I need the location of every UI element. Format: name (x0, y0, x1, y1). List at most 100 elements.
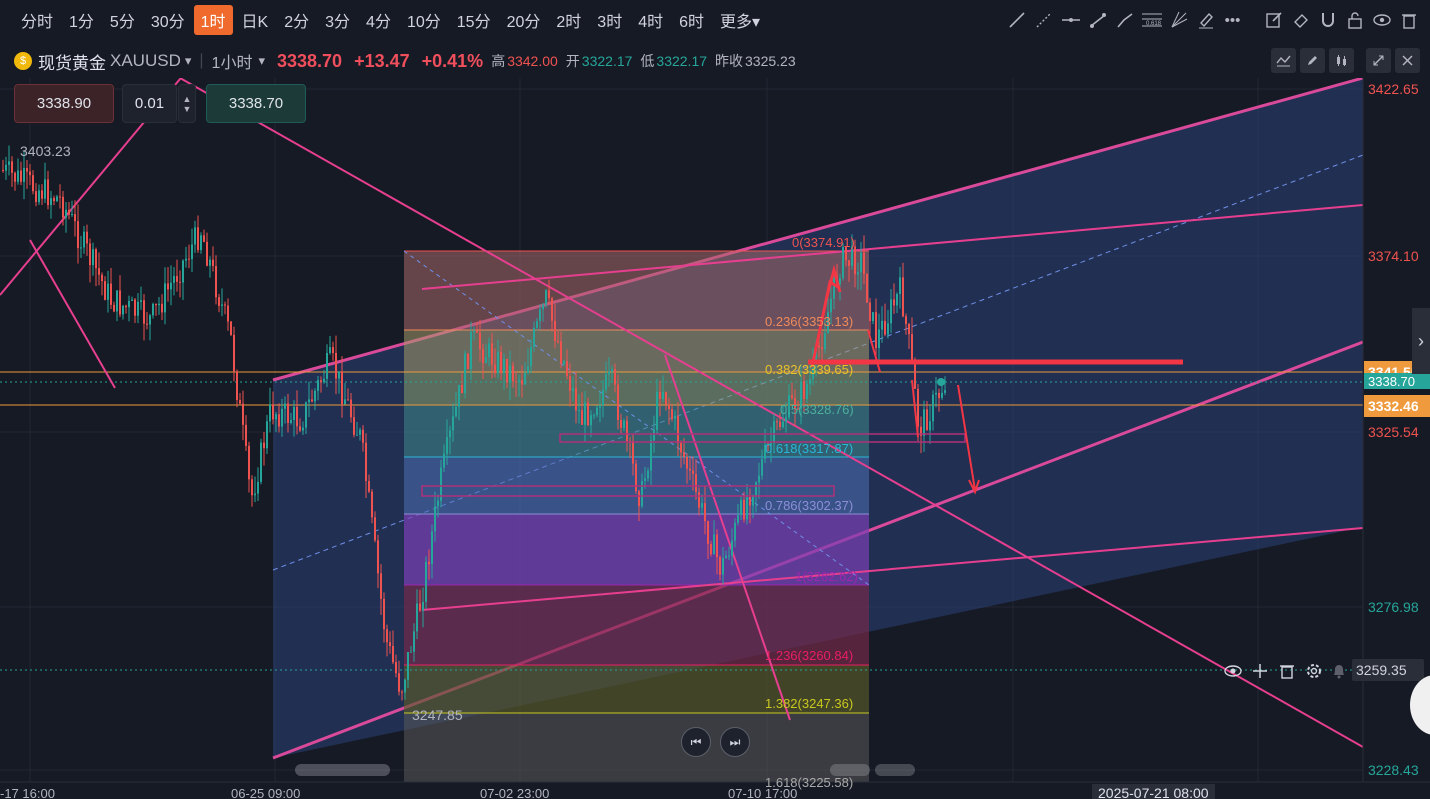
candle-body (23, 168, 25, 182)
candle-body (71, 214, 73, 216)
candle-body (626, 420, 628, 441)
candle-body (830, 298, 832, 313)
candle-body (365, 442, 367, 481)
candle-body (683, 452, 685, 457)
candle-body (176, 276, 178, 282)
candle-body (623, 420, 625, 428)
fib-level-label-8: 1.382(3247.36) (765, 696, 854, 711)
candle-body (395, 662, 397, 674)
time-label-0: -17 16:00 (0, 786, 55, 799)
price-axis-label-3: 3276.98 (1368, 599, 1419, 615)
candle-body (167, 283, 169, 290)
candle-body (353, 417, 355, 435)
candle-body (287, 403, 289, 423)
candle-body (539, 309, 541, 322)
candle-body (368, 480, 370, 492)
fib-level-label-0: 0(3374.91) (792, 235, 855, 250)
candle-body (575, 388, 577, 411)
candle-body (923, 409, 925, 436)
candle-body (323, 378, 325, 383)
candle-body (653, 429, 655, 441)
candle-body (317, 380, 319, 391)
candle-body (896, 293, 898, 306)
candle-body (515, 381, 517, 383)
expand-panel-button[interactable]: › (1412, 308, 1430, 374)
candle-body (611, 369, 613, 372)
candle-body (446, 437, 448, 454)
candle-body (461, 385, 463, 394)
candle-body (119, 290, 121, 315)
candle-body (491, 343, 493, 365)
candle-body (773, 421, 775, 444)
candle-body (206, 241, 208, 266)
candle-body (29, 171, 31, 176)
candle-body (242, 403, 244, 425)
playback-prev-button[interactable]: ⏮ (681, 727, 711, 757)
settings-icon[interactable] (1302, 660, 1326, 682)
eye-icon[interactable] (1221, 660, 1245, 682)
candle-body (413, 631, 415, 652)
candle-body (554, 320, 556, 342)
candle-body (482, 349, 484, 364)
candle-body (431, 531, 433, 565)
candle-body (821, 347, 823, 350)
candle-body (665, 391, 667, 405)
chevron-down-icon[interactable]: ▼ (183, 104, 192, 114)
candle-body (263, 442, 265, 449)
candle-body (494, 364, 496, 374)
candle-body (74, 214, 76, 222)
candle-body (386, 629, 388, 643)
high-extreme-label: 3403.23 (20, 143, 71, 159)
candle-body (419, 603, 421, 611)
candle-body (236, 371, 238, 401)
buy-price-button[interactable]: 3338.70 (206, 84, 306, 123)
candle-body (806, 384, 808, 400)
candle-body (8, 161, 10, 165)
candle-body (437, 500, 439, 507)
candle-body (500, 351, 502, 373)
candle-body (326, 353, 328, 379)
candle-body (752, 496, 754, 506)
candle-body (272, 404, 274, 420)
sell-price-button[interactable]: 3338.90 (14, 84, 114, 123)
candle-body (2, 170, 4, 171)
candle-body (647, 470, 649, 479)
candle-body (641, 481, 643, 507)
quantity-input[interactable]: 0.01 (122, 84, 177, 123)
candle-body (731, 540, 733, 556)
candle-body (908, 323, 910, 335)
candle-body (803, 381, 805, 400)
candle-body (569, 376, 571, 391)
candle-body (659, 391, 661, 399)
candle-body (41, 190, 43, 199)
candle-body (884, 320, 886, 335)
candle-body (449, 430, 451, 438)
quantity-stepper[interactable]: ▲ ▼ (178, 84, 196, 123)
trash-icon[interactable] (1275, 660, 1299, 682)
candle-body (278, 414, 280, 427)
candle-body (860, 252, 862, 273)
candle-body (161, 303, 163, 313)
fib-level-label-3: 0.5(3328.76) (780, 402, 854, 417)
candle-body (518, 380, 520, 383)
candle-body (281, 408, 283, 427)
candle-body (698, 492, 700, 508)
candle-body (893, 299, 895, 306)
candle-body (77, 221, 79, 249)
candle-body (98, 268, 100, 275)
candle-body (305, 402, 307, 428)
candle-body (512, 365, 514, 382)
move-icon[interactable] (1248, 660, 1272, 682)
candle-body (359, 429, 361, 435)
candle-body (527, 366, 529, 373)
candle-body (671, 409, 673, 419)
chevron-up-icon[interactable]: ▲ (183, 94, 192, 104)
candle-body (125, 305, 127, 308)
candle-body (275, 414, 277, 420)
time-label-1: 06-25 09:00 (231, 786, 301, 799)
playback-next-button[interactable]: ⏭ (720, 727, 750, 757)
candle-body (686, 456, 688, 469)
bell-icon[interactable] (1327, 660, 1351, 682)
candle-body (173, 276, 175, 283)
time-crosshair-label: 2025-07-21 08:00 (1092, 784, 1215, 799)
